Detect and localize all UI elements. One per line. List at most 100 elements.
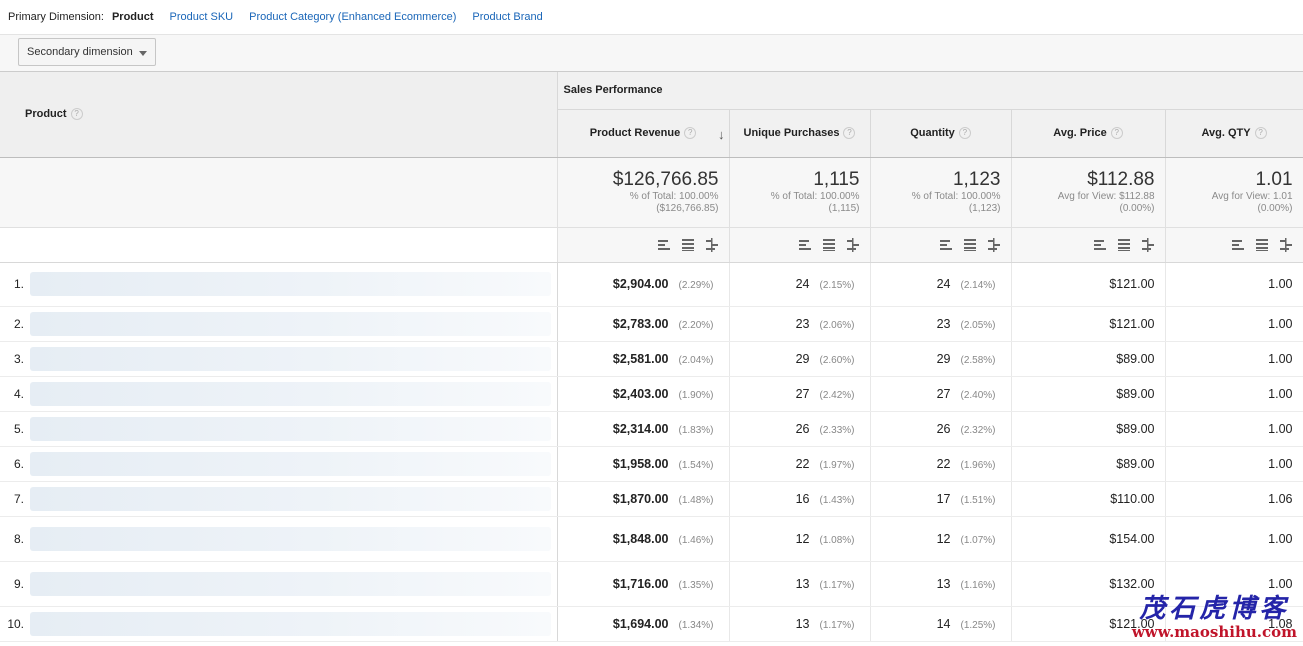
primary-dimension-bar: Primary Dimension: Product Product SKU P… [0,0,1303,35]
product-name-cell[interactable] [30,341,558,377]
product-revenue-header[interactable]: Product Revenue? ↓ [557,109,730,158]
sales-performance-header: Sales Performance [557,72,1303,110]
quantity-pct: (1.07%) [960,534,996,546]
product-name-cell[interactable] [30,481,558,517]
product-revenue-value: $1,848.00 [612,531,669,546]
total-subtext: % of Total: 100.00% [770,190,860,202]
viz-toggle-cell [870,227,1012,263]
unique-purchases-value: 26 [795,421,810,436]
avg-qty-cell: 1.00 [1165,446,1303,482]
watermark: 茂石虎博客 www.maoshihu.com [1132,594,1297,640]
product-revenue-value: $2,783.00 [612,316,669,331]
bar-chart-icon[interactable] [939,238,953,252]
quantity-value: 27 [936,386,951,401]
percentage-icon[interactable] [681,238,695,252]
help-icon[interactable]: ? [70,108,83,121]
avg-qty-header[interactable]: Avg. QTY? [1165,109,1303,158]
percentage-icon[interactable] [963,238,977,252]
quantity-cell: 12 (1.07%) [870,516,1012,562]
unique-purchases-value: 24 [795,277,810,291]
table-row[interactable]: 4. $2,403.00 (1.90%) 27 (2.42%) 27 (2.40%) $89.… [0,376,1303,412]
total-quantity: 1,123 % of Total: 100.00% (1,123) [870,157,1012,228]
product-name-cell[interactable] [30,411,558,447]
table-row[interactable]: 8. $1,848.00 (1.46%) 12 (1.08%) 12 (1.07%) $154… [0,516,1303,562]
secondary-dimension-dropdown[interactable]: Secondary dimension [18,38,156,66]
primary-dimension-product-category[interactable]: Product Category (Enhanced Ecommerce) [249,11,456,23]
help-icon[interactable]: ? [1254,127,1267,140]
comparison-icon[interactable] [1279,237,1293,252]
avg-qty-cell: 1.00 [1165,341,1303,377]
product-revenue-value: $2,403.00 [612,386,669,401]
product-column-header[interactable]: Product? [0,72,558,158]
product-revenue-value: $1,870.00 [612,491,669,506]
quantity-cell: 24 (2.14%) [870,262,1012,307]
table-row[interactable]: 9. $1,716.00 (1.35%) 13 (1.17%) 13 (1.16%) $132… [0,561,1303,607]
quantity-header-label: Quantity [910,126,955,139]
total-subtext: (1,115) [828,202,860,214]
percentage-icon[interactable] [1117,238,1131,252]
unique-purchases-value: 29 [795,351,810,366]
unique-purchases-cell: 13 (1.17%) [729,561,871,607]
product-revenue-cell: $1,848.00 (1.46%) [557,516,730,562]
table-row[interactable]: 7. $1,870.00 (1.48%) 16 (1.43%) 17 (1.51%) $110… [0,481,1303,517]
quantity-cell: 13 (1.16%) [870,561,1012,607]
product-revenue-value: $2,314.00 [612,421,669,436]
primary-dimension-product-brand[interactable]: Product Brand [472,11,542,23]
unique-purchases-cell: 12 (1.08%) [729,516,871,562]
bar-chart-icon[interactable] [1231,238,1245,252]
avg-qty-cell: 1.00 [1165,516,1303,562]
report-toolbar: Secondary dimension [0,35,1303,72]
avg-price-header[interactable]: Avg. Price? [1011,109,1166,158]
product-revenue-value: $1,694.00 [612,616,669,631]
avg-price-cell: $110.00 [1011,481,1166,517]
product-name-cell[interactable] [30,262,558,307]
unique-purchases-value: 12 [795,531,810,546]
quantity-cell: 29 (2.58%) [870,341,1012,377]
table-row[interactable]: 10. $1,694.00 (1.34%) 13 (1.17%) 14 (1.25%) $12… [0,606,1303,642]
quantity-value: 22 [936,456,951,471]
table-row[interactable]: 1. $2,904.00 (2.29%) 24 (2.15%) 24 (2.14%) $121… [0,262,1303,307]
bar-chart-icon[interactable] [1093,238,1107,252]
product-name-cell[interactable] [30,376,558,412]
product-name-cell[interactable] [30,306,558,342]
total-value: 1,115 [813,168,860,190]
comparison-icon[interactable] [705,237,719,252]
comparison-icon[interactable] [987,237,1001,252]
product-name-cell[interactable] [30,561,558,607]
product-revenue-value: $2,581.00 [612,351,669,366]
table-row[interactable]: 2. $2,783.00 (2.20%) 23 (2.06%) 23 (2.05%) $121… [0,306,1303,342]
unique-purchases-value: 16 [795,491,810,506]
help-icon[interactable]: ? [684,127,697,140]
percentage-icon[interactable] [822,238,836,252]
table-row[interactable]: 5. $2,314.00 (1.83%) 26 (2.33%) 26 (2.32%) $89.… [0,411,1303,447]
table-row[interactable]: 3. $2,581.00 (2.04%) 29 (2.60%) 29 (2.58%) $89.… [0,341,1303,377]
product-name-cell[interactable] [30,446,558,482]
primary-dimension-product[interactable]: Product [112,11,154,23]
percentage-icon[interactable] [1255,238,1269,252]
product-revenue-header-label: Product Revenue [589,126,681,139]
help-icon[interactable]: ? [843,127,856,140]
product-revenue-value: $1,958.00 [612,456,669,471]
product-revenue-pct: (1.90%) [678,389,714,401]
quantity-value: 12 [936,531,951,546]
table-row[interactable]: 6. $1,958.00 (1.54%) 22 (1.97%) 22 (1.96%) $89.… [0,446,1303,482]
product-revenue-cell: $1,958.00 (1.54%) [557,446,730,482]
avg-qty-cell: 1.00 [1165,262,1303,307]
total-value: 1.01 [1255,168,1293,190]
product-revenue-pct: (1.54%) [678,459,714,471]
total-value: $112.88 [1087,168,1155,190]
total-product-revenue: $126,766.85 % of Total: 100.00% ($126,76… [557,157,730,228]
primary-dimension-product-sku[interactable]: Product SKU [170,11,234,23]
bar-chart-icon[interactable] [798,238,812,252]
unique-purchases-cell: 23 (2.06%) [729,306,871,342]
avg-price-cell: $89.00 [1011,341,1166,377]
quantity-header[interactable]: Quantity? [870,109,1012,158]
bar-chart-icon[interactable] [657,238,671,252]
unique-purchases-header[interactable]: Unique Purchases? [729,109,871,158]
help-icon[interactable]: ? [958,127,971,140]
comparison-icon[interactable] [846,237,860,252]
product-name-cell[interactable] [30,516,558,562]
product-name-cell[interactable] [30,606,558,642]
comparison-icon[interactable] [1141,237,1155,252]
help-icon[interactable]: ? [1110,127,1123,140]
